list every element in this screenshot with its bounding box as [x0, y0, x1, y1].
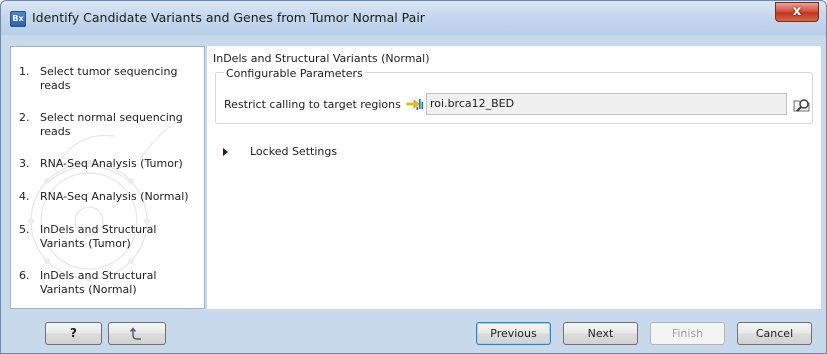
- browse-icon[interactable]: [792, 94, 812, 114]
- step-6-current: 6. InDels and Structural Variants (Norma…: [19, 269, 157, 296]
- help-icon: ?: [70, 326, 77, 340]
- window-title: Identify Candidate Variants and Genes fr…: [32, 10, 425, 25]
- locked-settings-toggle[interactable]: Locked Settings: [223, 145, 337, 158]
- title-bar: Bx Identify Candidate Variants and Genes…: [1, 1, 826, 35]
- previous-button[interactable]: Previous: [476, 322, 551, 345]
- app-icon: Bx: [10, 11, 26, 27]
- cancel-button[interactable]: Cancel: [737, 322, 812, 345]
- finish-button[interactable]: Finish: [650, 322, 725, 345]
- step-1: 1. Select tumor sequencing reads: [19, 65, 178, 92]
- reset-button[interactable]: [108, 322, 166, 345]
- next-button[interactable]: Next: [563, 322, 638, 345]
- expand-triangle-icon: [223, 147, 228, 156]
- close-button[interactable]: x: [775, 2, 819, 22]
- step-4: 4. RNA-Seq Analysis (Normal): [19, 190, 189, 203]
- step-5: 5. InDels and Structural Variants (Tumor…: [19, 223, 157, 250]
- step-content-panel: InDels and Structural Variants (Normal) …: [207, 46, 821, 309]
- target-regions-icon: [406, 99, 424, 110]
- section-title: InDels and Structural Variants (Normal): [213, 52, 430, 65]
- restrict-calling-label: Restrict calling to target regions: [224, 98, 401, 111]
- group-title: Configurable Parameters: [224, 67, 365, 80]
- target-regions-field[interactable]: roi.brca12_BED: [426, 93, 787, 115]
- help-button[interactable]: ?: [45, 322, 102, 345]
- step-2: 2. Select normal sequencing reads: [19, 111, 183, 138]
- reset-icon: [129, 327, 141, 340]
- locked-settings-label: Locked Settings: [250, 145, 338, 158]
- close-icon: x: [792, 4, 802, 19]
- wizard-steps-panel: 1. Select tumor sequencing reads 2. Sele…: [10, 46, 205, 309]
- wizard-dialog: Bx Identify Candidate Variants and Genes…: [0, 0, 827, 354]
- step-3: 3. RNA-Seq Analysis (Tumor): [19, 157, 183, 170]
